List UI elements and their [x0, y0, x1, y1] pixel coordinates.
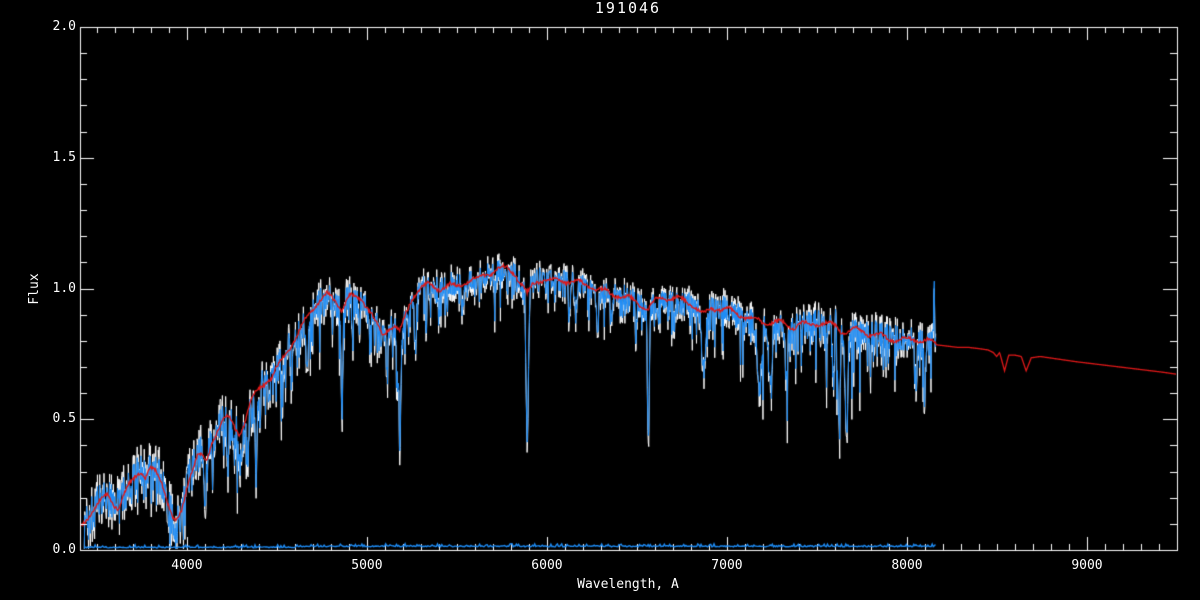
x-tick-label: 4000 — [171, 558, 203, 573]
x-tick-label: 6000 — [531, 558, 563, 573]
x-tick-label: 5000 — [351, 558, 383, 573]
y-tick-label: 0.5 — [52, 411, 76, 427]
x-tick-label: 9000 — [1071, 558, 1103, 573]
y-tick-label: 0.0 — [52, 542, 76, 557]
spectrum-plot-canvas — [0, 0, 1200, 600]
spectrum-plot-window: 191046 Wavelength, A Flux 4000 5000 6000 70… — [0, 0, 1200, 600]
y-tick-label: 1.0 — [52, 280, 76, 296]
plot-title: 191046 — [594, 0, 662, 17]
y-tick-label: 1.5 — [52, 149, 76, 165]
x-axis-label: Wavelength, A — [577, 577, 679, 592]
y-tick-label: 2.0 — [52, 19, 76, 34]
x-tick-label: 8000 — [891, 558, 923, 573]
x-tick-label: 7000 — [711, 558, 743, 573]
